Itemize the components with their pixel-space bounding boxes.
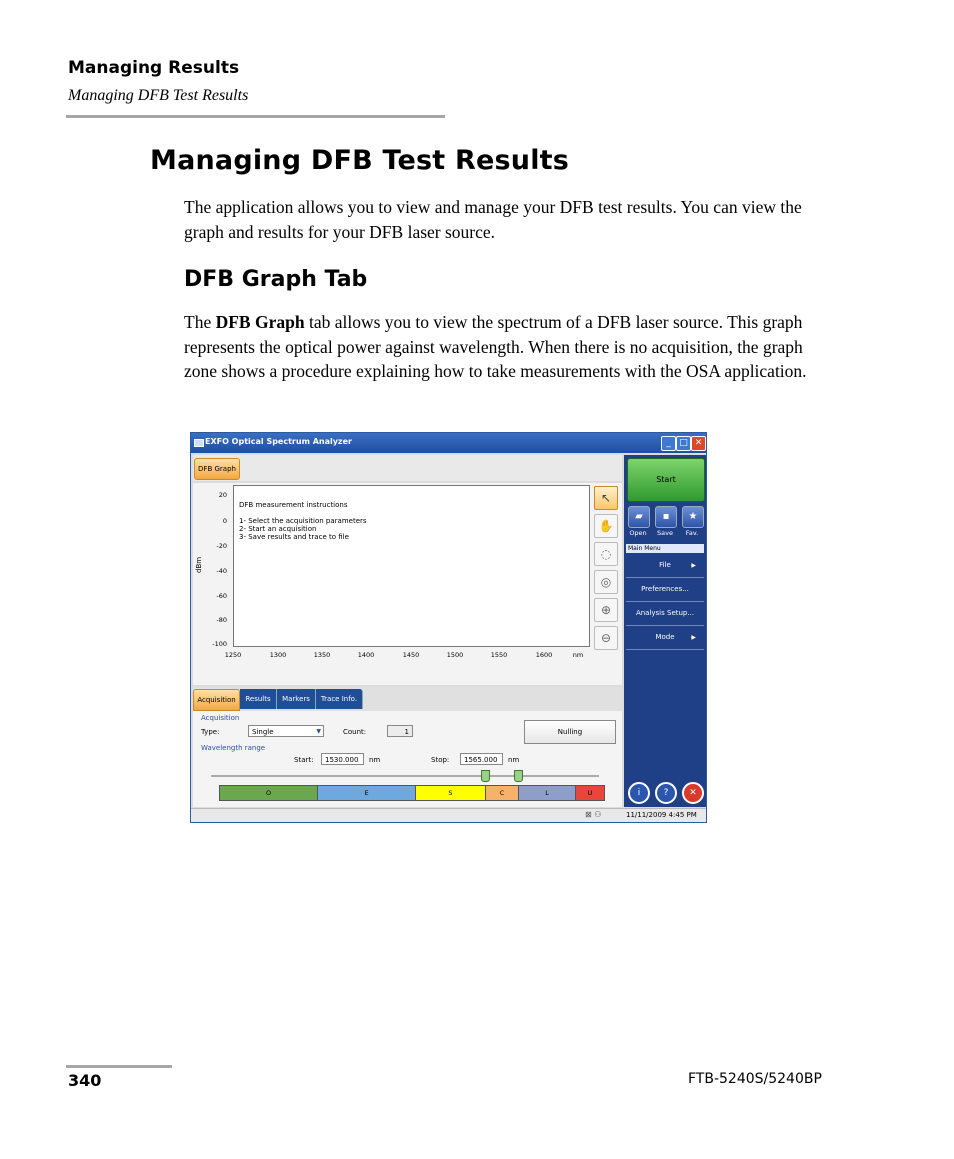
intro-paragraph: The application allows you to view and m…: [184, 197, 802, 242]
x-tick-label: 1600: [535, 651, 553, 659]
count-label: Count:: [343, 728, 367, 736]
status-clock: 11/11/2009 4:45 PM: [626, 811, 697, 819]
start-unit: nm: [369, 756, 381, 764]
menu-label: File: [659, 561, 671, 569]
x-tick-label: 1300: [269, 651, 287, 659]
dfb-graph-paragraph: The DFB Graph tab allows you to view the…: [184, 310, 824, 384]
band-bar: O E S C L U: [219, 785, 605, 801]
folder-icon[interactable]: ▰: [628, 506, 650, 528]
x-tick-label: 1550: [490, 651, 508, 659]
app-icon: [194, 439, 204, 447]
menu-item-mode[interactable]: Mode ▶: [626, 626, 704, 650]
para-bold-term: DFB Graph: [215, 312, 305, 332]
instruction-line: 3- Save results and trace to file: [239, 533, 349, 541]
band-u[interactable]: U: [576, 786, 604, 800]
running-header-section: Managing Results: [68, 58, 240, 78]
slider-thumb-stop[interactable]: [514, 770, 523, 782]
slider-thumb-start[interactable]: [481, 770, 490, 782]
minimize-icon[interactable]: _: [661, 436, 676, 451]
y-tick-label: 20: [218, 491, 227, 499]
wavelength-slider-track: [211, 775, 599, 777]
section-heading: DFB Graph Tab: [184, 267, 368, 292]
type-value: Single: [252, 728, 274, 736]
x-tick-label: 1250: [224, 651, 242, 659]
para-text-prefix: The: [184, 312, 216, 332]
y-axis-unit: dBm: [195, 556, 203, 573]
wavelength-range-label: Wavelength range: [201, 744, 266, 752]
footer-rule: [66, 1065, 172, 1068]
x-tick-label: 1450: [402, 651, 420, 659]
fav-label: Fav.: [685, 529, 699, 537]
zoom-out-icon[interactable]: ⊖: [594, 626, 618, 650]
type-label: Type:: [201, 728, 220, 736]
start-wavelength-field[interactable]: 1530.000: [321, 753, 364, 765]
menu-label: Mode: [655, 633, 675, 641]
instruction-line: DFB measurement instructions: [239, 501, 348, 509]
running-header-subsection: Managing DFB Test Results: [68, 87, 249, 104]
stop-label: Stop:: [431, 756, 450, 764]
main-menu-title: Main Menu: [626, 544, 704, 553]
maximize-icon[interactable]: □: [676, 436, 691, 451]
zoom-area-icon[interactable]: ◌: [594, 542, 618, 566]
x-tick-label: 1350: [313, 651, 331, 659]
count-field[interactable]: 1: [387, 725, 413, 737]
y-tick-label: 0: [222, 517, 227, 525]
window-titlebar: EXFO Optical Spectrum Analyzer _ □ ✕: [191, 433, 706, 453]
menu-item-analysis-setup[interactable]: Analysis Setup...: [626, 602, 704, 626]
star-icon[interactable]: ★: [682, 506, 704, 528]
menu-item-file[interactable]: File ▶: [626, 554, 704, 578]
y-tick-label: -20: [216, 542, 227, 550]
acquisition-group-label: Acquisition: [201, 714, 240, 722]
hand-icon[interactable]: ✋: [594, 514, 618, 538]
exit-icon[interactable]: ✕: [682, 782, 704, 804]
arrow-right-icon: ▶: [691, 634, 696, 641]
arrow-right-icon: ▶: [691, 562, 696, 569]
band-o[interactable]: O: [220, 786, 318, 800]
help-icon[interactable]: ?: [655, 782, 677, 804]
chevron-down-icon: ▼: [316, 728, 321, 735]
stop-wavelength-field[interactable]: 1565.000: [460, 753, 503, 765]
y-tick-label: -100: [212, 640, 227, 648]
window-title: EXFO Optical Spectrum Analyzer: [205, 437, 352, 446]
nulling-button[interactable]: Nulling: [524, 720, 616, 744]
zoom-fit-icon[interactable]: ◎: [594, 570, 618, 594]
tab-markers[interactable]: Markers: [277, 689, 316, 709]
save-icon[interactable]: ▪: [655, 506, 677, 528]
x-axis-unit: nm: [572, 651, 584, 659]
band-c[interactable]: C: [486, 786, 519, 800]
type-select[interactable]: Single ▼: [248, 725, 324, 737]
page-title: Managing DFB Test Results: [150, 145, 570, 176]
start-label: Start:: [294, 756, 314, 764]
x-tick-label: 1500: [446, 651, 464, 659]
stop-unit: nm: [508, 756, 520, 764]
page-number: 340: [68, 1071, 102, 1090]
band-l[interactable]: L: [519, 786, 576, 800]
y-tick-label: -80: [216, 616, 227, 624]
x-tick-label: 1400: [357, 651, 375, 659]
close-icon[interactable]: ✕: [691, 436, 706, 451]
status-tray-icon: ⊠ ⚇: [585, 810, 602, 819]
tab-results[interactable]: Results: [240, 689, 277, 709]
graph-plot[interactable]: DFB measurement instructions 1- Select t…: [233, 485, 590, 647]
menu-item-preferences[interactable]: Preferences...: [626, 578, 704, 602]
header-rule: [66, 115, 445, 118]
osa-screenshot: EXFO Optical Spectrum Analyzer _ □ ✕ DFB…: [190, 432, 707, 823]
start-button[interactable]: Start: [627, 458, 705, 502]
document-id: FTB-5240S/5240BP: [688, 1071, 822, 1087]
tab-trace-info[interactable]: Trace Info.: [316, 689, 363, 709]
save-label: Save: [657, 529, 673, 537]
y-tick-label: -60: [216, 592, 227, 600]
instruction-line: 2- Start an acquisition: [239, 525, 317, 533]
zoom-in-icon[interactable]: ⊕: [594, 598, 618, 622]
info-icon[interactable]: i: [628, 782, 650, 804]
tab-acquisition[interactable]: Acquisition: [193, 689, 240, 711]
band-s[interactable]: S: [416, 786, 486, 800]
tab-dfb-graph[interactable]: DFB Graph: [194, 458, 240, 480]
instruction-line: 1- Select the acquisition parameters: [239, 517, 367, 525]
open-label: Open: [629, 529, 647, 537]
pointer-icon[interactable]: ↖: [594, 486, 618, 510]
band-e[interactable]: E: [318, 786, 416, 800]
top-tab-strip: [193, 455, 622, 481]
